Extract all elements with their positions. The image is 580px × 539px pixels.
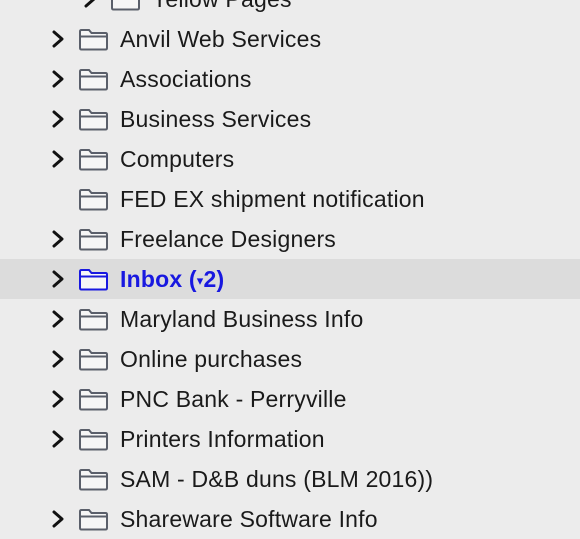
folder-row-yellow-pages[interactable]: Yellow Pages — [0, 0, 580, 19]
folder-label: Anvil Web Services — [120, 26, 322, 52]
folder-name: Inbox — [120, 266, 183, 292]
folder-row-business-services[interactable]: Business Services — [0, 99, 580, 139]
chevron-right-icon[interactable] — [48, 149, 68, 169]
folder-icon — [79, 229, 108, 251]
folder-icon — [79, 189, 108, 211]
chevron-right-icon[interactable] — [48, 429, 68, 449]
chevron-right-icon[interactable] — [48, 69, 68, 89]
folder-icon — [79, 509, 108, 531]
folder-icon — [79, 389, 108, 411]
folder-icon — [79, 149, 108, 171]
folder-label: Online purchases — [120, 346, 303, 372]
folder-icon — [79, 429, 108, 451]
folder-label: Shareware Software Info — [120, 506, 378, 532]
folder-icon — [79, 349, 108, 371]
folder-row-fed-ex-shipment-notification[interactable]: FED EX shipment notification — [0, 179, 580, 219]
folder-row-online-purchases[interactable]: Online purchases — [0, 339, 580, 379]
folder-row-anvil-web-services[interactable]: Anvil Web Services — [0, 19, 580, 59]
chevron-right-icon[interactable] — [48, 309, 68, 329]
folder-row-freelance-designers[interactable]: Freelance Designers — [0, 219, 580, 259]
folder-icon — [79, 309, 108, 331]
chevron-right-icon[interactable] — [48, 229, 68, 249]
unread-arrow-icon: ▾ — [196, 273, 204, 288]
folder-label: FED EX shipment notification — [120, 186, 425, 212]
folder-label: Freelance Designers — [120, 226, 337, 252]
folder-label: SAM - D&B duns (BLM 2016)) — [120, 466, 434, 492]
chevron-right-icon[interactable] — [48, 349, 68, 369]
folder-label: Yellow Pages — [152, 0, 292, 13]
folder-label: Computers — [120, 146, 235, 172]
folder-label: Associations — [120, 66, 252, 92]
folder-icon — [79, 469, 108, 491]
chevron-right-icon[interactable] — [48, 389, 68, 409]
folder-label: Maryland Business Info — [120, 306, 364, 332]
folder-row-printers-information[interactable]: Printers Information — [0, 419, 580, 459]
unread-count-badge: 2 — [203, 266, 217, 292]
chevron-right-icon[interactable] — [80, 0, 100, 9]
folder-row-inbox[interactable]: Inbox (▾2) — [0, 259, 580, 299]
folder-row-maryland-business-info[interactable]: Maryland Business Info — [0, 299, 580, 339]
folder-icon — [111, 0, 140, 11]
chevron-right-icon[interactable] — [48, 109, 68, 129]
folder-icon — [79, 269, 108, 291]
folder-row-shareware-software-info[interactable]: Shareware Software Info — [0, 499, 580, 539]
chevron-right-icon[interactable] — [48, 269, 68, 289]
folder-icon — [79, 109, 108, 131]
folder-label: Business Services — [120, 106, 312, 132]
folder-label: Printers Information — [120, 426, 325, 452]
chevron-right-icon[interactable] — [48, 509, 68, 529]
folder-label: Inbox (▾2) — [120, 266, 225, 292]
folder-row-associations[interactable]: Associations — [0, 59, 580, 99]
folder-tree: Yellow Pages Anvil Web Services Associat… — [0, 0, 580, 539]
folder-row-computers[interactable]: Computers — [0, 139, 580, 179]
folder-label: PNC Bank - Perryville — [120, 386, 347, 412]
folder-row-sam-db-duns[interactable]: SAM - D&B duns (BLM 2016)) — [0, 459, 580, 499]
folder-icon — [79, 29, 108, 51]
chevron-right-icon[interactable] — [48, 29, 68, 49]
folder-row-pnc-bank-perryville[interactable]: PNC Bank - Perryville — [0, 379, 580, 419]
folder-icon — [79, 69, 108, 91]
